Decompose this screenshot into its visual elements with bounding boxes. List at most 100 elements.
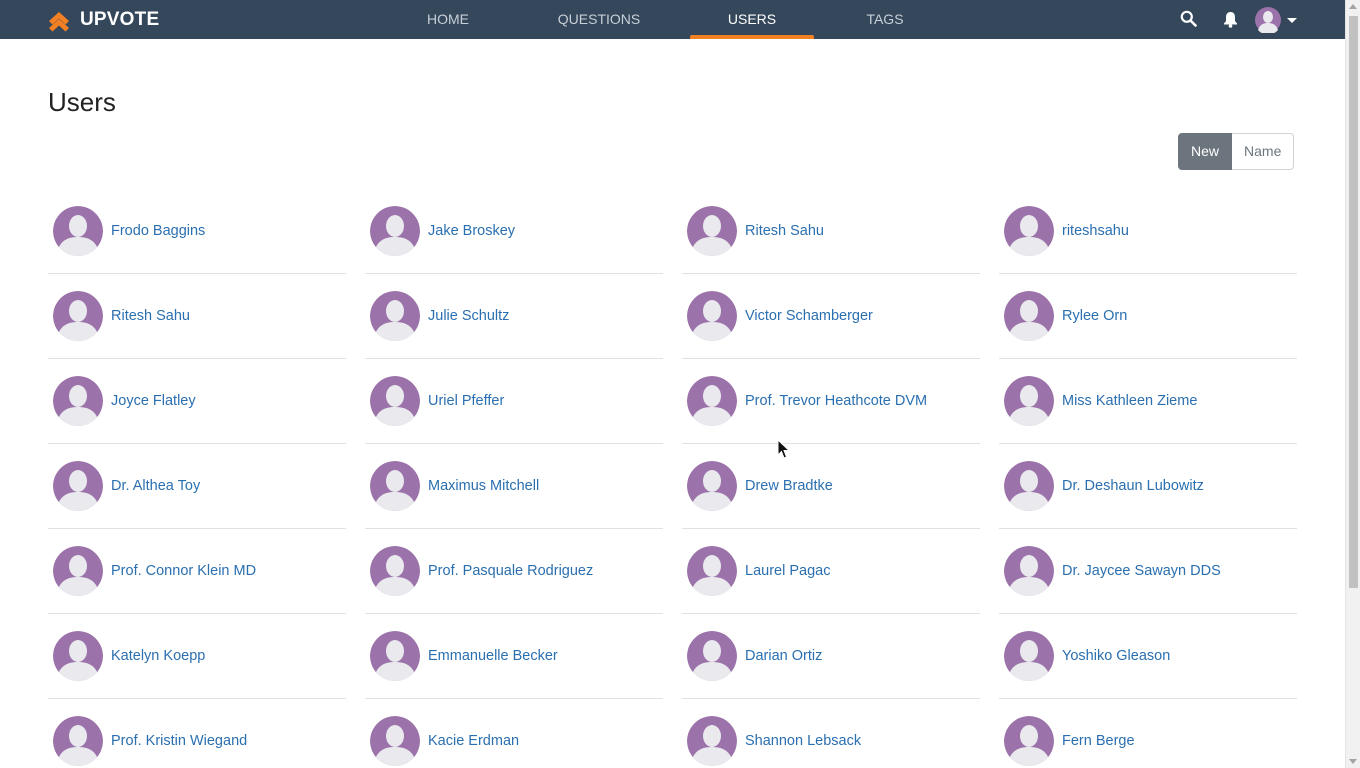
user-avatar[interactable]	[53, 716, 103, 766]
user-name-link[interactable]: Julie Schultz	[428, 308, 509, 324]
user-card: Jake Broskey	[365, 189, 663, 274]
user-card: Prof. Kristin Wiegand	[48, 699, 346, 768]
user-card: Prof. Pasquale Rodriguez	[365, 529, 663, 614]
user-name-link[interactable]: Drew Bradtke	[745, 478, 833, 494]
chevron-down-icon	[1287, 17, 1297, 23]
user-card: Frodo Baggins	[48, 189, 346, 274]
user-card: Rylee Orn	[999, 274, 1297, 359]
user-avatar[interactable]	[53, 376, 103, 426]
brand-logo-link[interactable]: UPVOTE	[47, 8, 159, 32]
user-name-link[interactable]: Frodo Baggins	[111, 223, 205, 239]
nav-users[interactable]: USERS	[690, 0, 814, 39]
user-name-link[interactable]: Kacie Erdman	[428, 733, 519, 749]
nav-questions[interactable]: QUESTIONS	[553, 0, 645, 39]
user-name-link[interactable]: Darian Ortiz	[745, 648, 822, 664]
user-name-link[interactable]: Joyce Flatley	[111, 393, 196, 409]
scroll-thumb[interactable]	[1349, 16, 1358, 588]
user-avatar[interactable]	[1004, 376, 1054, 426]
brand-name: UPVOTE	[80, 9, 160, 30]
user-name-link[interactable]: Jake Broskey	[428, 223, 515, 239]
user-avatar[interactable]	[53, 206, 103, 256]
user-name-link[interactable]: Katelyn Koepp	[111, 648, 205, 664]
user-card: Uriel Pfeffer	[365, 359, 663, 444]
user-name-link[interactable]: Maximus Mitchell	[428, 478, 539, 494]
user-name-link[interactable]: riteshsahu	[1062, 223, 1129, 239]
user-avatar[interactable]	[687, 631, 737, 681]
nav-tags[interactable]: TAGS	[857, 0, 913, 39]
user-avatar[interactable]	[53, 631, 103, 681]
nav-home[interactable]: HOME	[418, 0, 478, 39]
user-card: Julie Schultz	[365, 274, 663, 359]
user-name-link[interactable]: Rylee Orn	[1062, 308, 1127, 324]
user-name-link[interactable]: Emmanuelle Becker	[428, 648, 558, 664]
page-scrollbar[interactable]	[1345, 0, 1360, 768]
user-card: Katelyn Koepp	[48, 614, 346, 699]
user-card: riteshsahu	[999, 189, 1297, 274]
user-name-link[interactable]: Ritesh Sahu	[111, 308, 190, 324]
user-avatar[interactable]	[1004, 546, 1054, 596]
user-avatar[interactable]	[370, 206, 420, 256]
user-avatar[interactable]	[687, 291, 737, 341]
search-icon[interactable]	[1180, 10, 1197, 27]
user-avatar[interactable]	[53, 291, 103, 341]
user-card: Emmanuelle Becker	[365, 614, 663, 699]
user-card: Prof. Connor Klein MD	[48, 529, 346, 614]
user-avatar[interactable]	[370, 376, 420, 426]
user-avatar[interactable]	[1004, 461, 1054, 511]
user-grid: Frodo Baggins Jake Broskey Ritesh Sahu rite…	[48, 189, 1297, 768]
avatar	[1255, 7, 1281, 33]
user-avatar[interactable]	[53, 546, 103, 596]
user-avatar[interactable]	[687, 716, 737, 766]
user-name-link[interactable]: Prof. Trevor Heathcote DVM	[745, 393, 927, 409]
user-name-link[interactable]: Victor Schamberger	[745, 308, 873, 324]
user-name-link[interactable]: Prof. Kristin Wiegand	[111, 733, 247, 749]
user-name-link[interactable]: Dr. Althea Toy	[111, 478, 200, 494]
user-avatar[interactable]	[370, 291, 420, 341]
user-avatar[interactable]	[1004, 631, 1054, 681]
user-name-link[interactable]: Dr. Deshaun Lubowitz	[1062, 478, 1204, 494]
user-card: Dr. Althea Toy	[48, 444, 346, 529]
sort-name-button[interactable]: Name	[1232, 133, 1295, 170]
scroll-down-arrow-icon[interactable]	[1349, 759, 1357, 764]
user-avatar[interactable]	[53, 461, 103, 511]
user-avatar[interactable]	[370, 461, 420, 511]
user-name-link[interactable]: Miss Kathleen Zieme	[1062, 393, 1197, 409]
user-card: Miss Kathleen Zieme	[999, 359, 1297, 444]
user-avatar[interactable]	[370, 716, 420, 766]
user-name-link[interactable]: Yoshiko Gleason	[1062, 648, 1170, 664]
user-avatar[interactable]	[370, 631, 420, 681]
user-name-link[interactable]: Shannon Lebsack	[745, 733, 861, 749]
user-name-link[interactable]: Prof. Connor Klein MD	[111, 563, 256, 579]
sort-new-button[interactable]: New	[1178, 133, 1233, 170]
user-name-link[interactable]: Prof. Pasquale Rodriguez	[428, 563, 593, 579]
user-avatar[interactable]	[687, 461, 737, 511]
active-tab-indicator	[690, 35, 814, 39]
user-card: Maximus Mitchell	[365, 444, 663, 529]
user-name-link[interactable]: Dr. Jaycee Sawayn DDS	[1062, 563, 1221, 579]
user-name-link[interactable]: Ritesh Sahu	[745, 223, 824, 239]
user-name-link[interactable]: Uriel Pfeffer	[428, 393, 504, 409]
user-avatar[interactable]	[687, 546, 737, 596]
page-title: Users	[48, 87, 116, 117]
double-chevron-up-icon	[49, 12, 69, 32]
user-avatar[interactable]	[1004, 716, 1054, 766]
user-avatar[interactable]	[1004, 206, 1054, 256]
mouse-cursor-icon	[777, 439, 791, 459]
scroll-up-arrow-icon[interactable]	[1349, 4, 1357, 9]
user-card: Laurel Pagac	[682, 529, 980, 614]
user-avatar[interactable]	[370, 546, 420, 596]
user-card: Ritesh Sahu	[48, 274, 346, 359]
user-menu[interactable]	[1255, 7, 1297, 33]
user-card: Shannon Lebsack	[682, 699, 980, 768]
user-card: Kacie Erdman	[365, 699, 663, 768]
user-avatar[interactable]	[687, 376, 737, 426]
sort-button-group: New Name	[1178, 133, 1295, 170]
user-card: Dr. Deshaun Lubowitz	[999, 444, 1297, 529]
bell-icon[interactable]	[1223, 11, 1238, 28]
user-avatar[interactable]	[687, 206, 737, 256]
user-name-link[interactable]: Fern Berge	[1062, 733, 1135, 749]
user-avatar[interactable]	[1004, 291, 1054, 341]
user-card: Yoshiko Gleason	[999, 614, 1297, 699]
user-name-link[interactable]: Laurel Pagac	[745, 563, 830, 579]
user-card: Ritesh Sahu	[682, 189, 980, 274]
